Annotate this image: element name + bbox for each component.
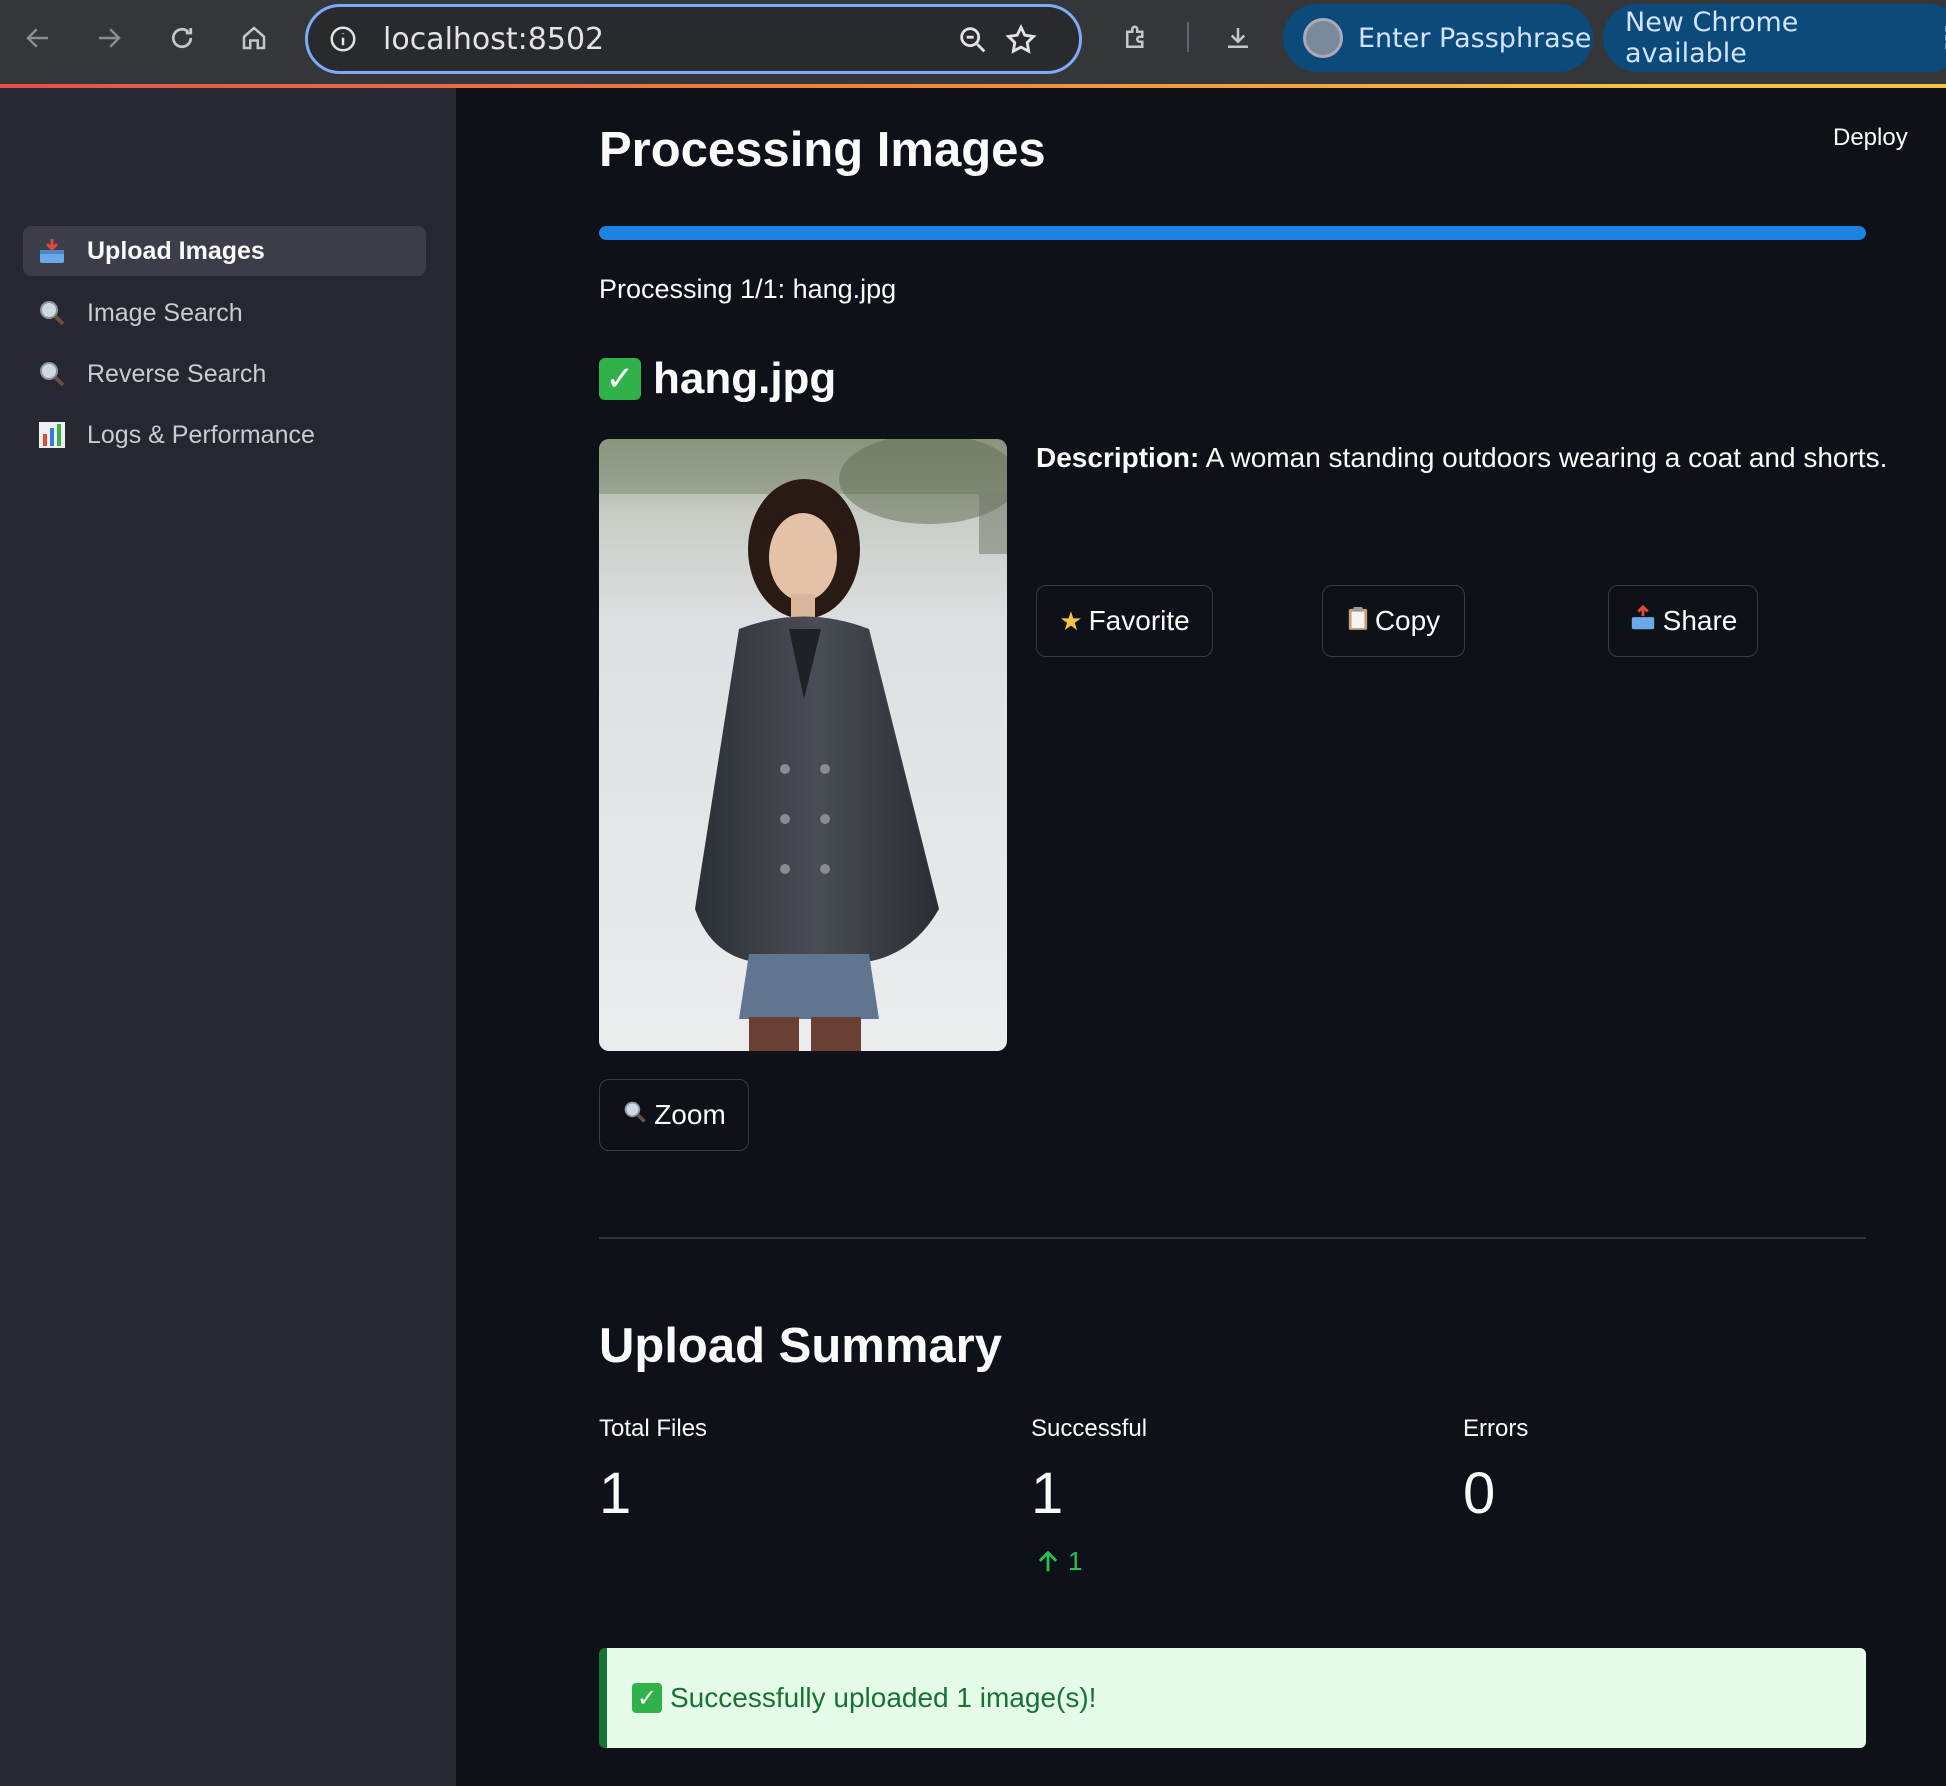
sidebar-item-label: Image Search (87, 298, 243, 327)
metric-errors-label: Errors (1463, 1415, 1529, 1442)
forward-arrow-icon (99, 28, 121, 48)
download-icon (1228, 28, 1248, 48)
profile-avatar-icon (1303, 18, 1343, 58)
description-label: Description: (1036, 442, 1200, 473)
metric-total-files-value: 1 (599, 1461, 632, 1526)
metric-errors-value: 0 (1463, 1461, 1496, 1526)
zoom-icon[interactable] (956, 23, 990, 57)
arrow-up-icon (1038, 1550, 1058, 1571)
passphrase-label: Enter Passphrase (1358, 22, 1592, 54)
main-content: Deploy Processing Images Processing 1/1:… (456, 88, 1946, 1786)
back-arrow-icon (26, 28, 48, 48)
metric-successful-label: Successful (1031, 1415, 1148, 1442)
back-button[interactable] (14, 14, 62, 62)
bookmark-star-icon[interactable] (1004, 23, 1038, 57)
magnifier-icon (37, 298, 67, 328)
page-title: Processing Images (599, 123, 1046, 177)
favorite-button[interactable]: ★ Favorite (1036, 585, 1213, 657)
image-description: Description: A woman standing outdoors w… (1036, 442, 1896, 474)
progress-bar-fill (599, 226, 1866, 240)
sidebar-item-upload-images[interactable]: Upload Images (23, 226, 426, 276)
sidebar-item-image-search[interactable]: Image Search (23, 288, 426, 338)
home-icon (242, 26, 266, 50)
description-text: A woman standing outdoors wearing a coat… (1199, 442, 1888, 473)
reload-button[interactable] (158, 14, 206, 62)
metric-successful-delta: 1 (1034, 1546, 1082, 1577)
sidebar-item-reverse-search[interactable]: Reverse Search (23, 349, 426, 399)
copy-label: Copy (1374, 605, 1441, 636)
browser-toolbar: localhost:8502 Enter Passphrase New Chro… (0, 0, 1946, 88)
extensions-button[interactable] (1112, 14, 1160, 62)
deploy-button[interactable]: Deploy (1833, 124, 1908, 152)
metric-successful-value: 1 (1031, 1461, 1064, 1526)
passphrase-button[interactable]: Enter Passphrase (1283, 4, 1593, 72)
section-divider (599, 1237, 1866, 1239)
sidebar-item-label: Logs & Performance (87, 420, 315, 449)
check-mark-icon: ✓ (632, 1683, 662, 1713)
copy-button[interactable]: Copy (1322, 585, 1465, 657)
address-bar[interactable]: localhost:8502 (305, 4, 1082, 74)
metric-total-files-label: Total Files (599, 1415, 708, 1442)
home-button[interactable] (230, 14, 278, 62)
uploaded-image (599, 439, 1007, 1051)
sidebar-item-label: Reverse Search (87, 359, 267, 388)
more-menu-icon[interactable]: ⋮ (1933, 21, 1946, 56)
bar-chart-icon (37, 420, 67, 450)
zoom-button[interactable]: Zoom (599, 1079, 749, 1151)
success-alert: ✓ Successfully uploaded 1 image(s)! (599, 1648, 1866, 1748)
sidebar-item-logs-performance[interactable]: Logs & Performance (23, 410, 426, 460)
site-info-icon[interactable] (328, 24, 358, 54)
summary-title: Upload Summary (599, 1319, 1002, 1373)
success-message: Successfully uploaded 1 image(s)! (670, 1682, 1097, 1713)
file-name: hang.jpg (653, 354, 837, 403)
chrome-update-label: New Chrome available (1625, 7, 1799, 69)
share-label: Share (1662, 605, 1738, 636)
downloads-button[interactable] (1214, 14, 1262, 62)
progress-bar (599, 226, 1866, 240)
magnifier-icon (37, 359, 67, 389)
toolbar-divider (1187, 22, 1189, 52)
progress-status-text: Processing 1/1: hang.jpg (599, 274, 897, 304)
delta-value: 1 (1068, 1546, 1083, 1576)
sidebar-item-label: Upload Images (87, 236, 265, 265)
outbox-tray-icon (1629, 604, 1657, 639)
star-icon: ★ (1059, 605, 1083, 636)
file-heading: ✓ hang.jpg (599, 354, 836, 404)
forward-button[interactable] (85, 14, 133, 62)
check-mark-icon: ✓ (599, 358, 641, 400)
favorite-label: Favorite (1088, 605, 1190, 636)
sidebar: Upload Images Image Search Reverse Searc… (0, 88, 456, 1786)
inbox-tray-icon (37, 236, 67, 266)
url-text[interactable]: localhost:8502 (383, 22, 604, 57)
puzzle-icon (1126, 25, 1144, 48)
reload-icon (171, 27, 193, 49)
clipboard-icon (1347, 605, 1369, 638)
magnifier-icon (622, 1099, 648, 1132)
share-button[interactable]: Share (1608, 585, 1758, 657)
chrome-update-button[interactable]: New Chrome available ⋮ (1603, 4, 1946, 72)
zoom-label: Zoom (654, 1099, 726, 1130)
